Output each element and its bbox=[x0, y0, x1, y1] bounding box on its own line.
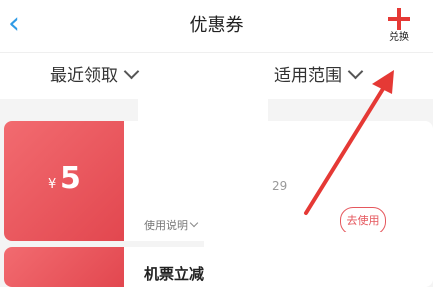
exchange-label: 兑换 bbox=[389, 32, 409, 43]
filter-scope-dropdown[interactable]: 适用范围 bbox=[274, 53, 364, 99]
coupon-value-panel: ¥ 5 bbox=[4, 121, 124, 241]
redaction-block bbox=[138, 98, 268, 186]
chevron-down-icon bbox=[123, 63, 140, 80]
chevron-down-icon bbox=[189, 218, 199, 228]
filter-recent-label: 最近领取 bbox=[50, 66, 118, 86]
coupon-title: 机票立减 bbox=[144, 265, 205, 283]
filter-scope-label: 适用范围 bbox=[274, 66, 342, 86]
filter-recent-dropdown[interactable]: 最近领取 bbox=[50, 53, 140, 99]
usage-rules-link[interactable]: 使用说明 bbox=[144, 217, 199, 233]
page-title: 优惠券 bbox=[189, 15, 244, 36]
filter-bar: 最近领取 适用范围 bbox=[0, 52, 433, 99]
plus-icon bbox=[388, 8, 410, 30]
coupon-expiry: 29 bbox=[272, 179, 288, 193]
coupon-value-panel bbox=[4, 247, 124, 287]
currency-symbol: ¥ bbox=[48, 177, 57, 192]
coupon-amount: 5 bbox=[60, 161, 81, 196]
exchange-button[interactable]: 兑换 bbox=[376, 4, 422, 48]
use-coupon-button[interactable]: 去使用 bbox=[340, 207, 386, 235]
redaction-block bbox=[204, 232, 433, 276]
usage-rules-label: 使用说明 bbox=[144, 219, 188, 232]
top-bar: ‹ 优惠券 兑换 bbox=[0, 0, 433, 52]
chevron-down-icon bbox=[347, 63, 364, 80]
